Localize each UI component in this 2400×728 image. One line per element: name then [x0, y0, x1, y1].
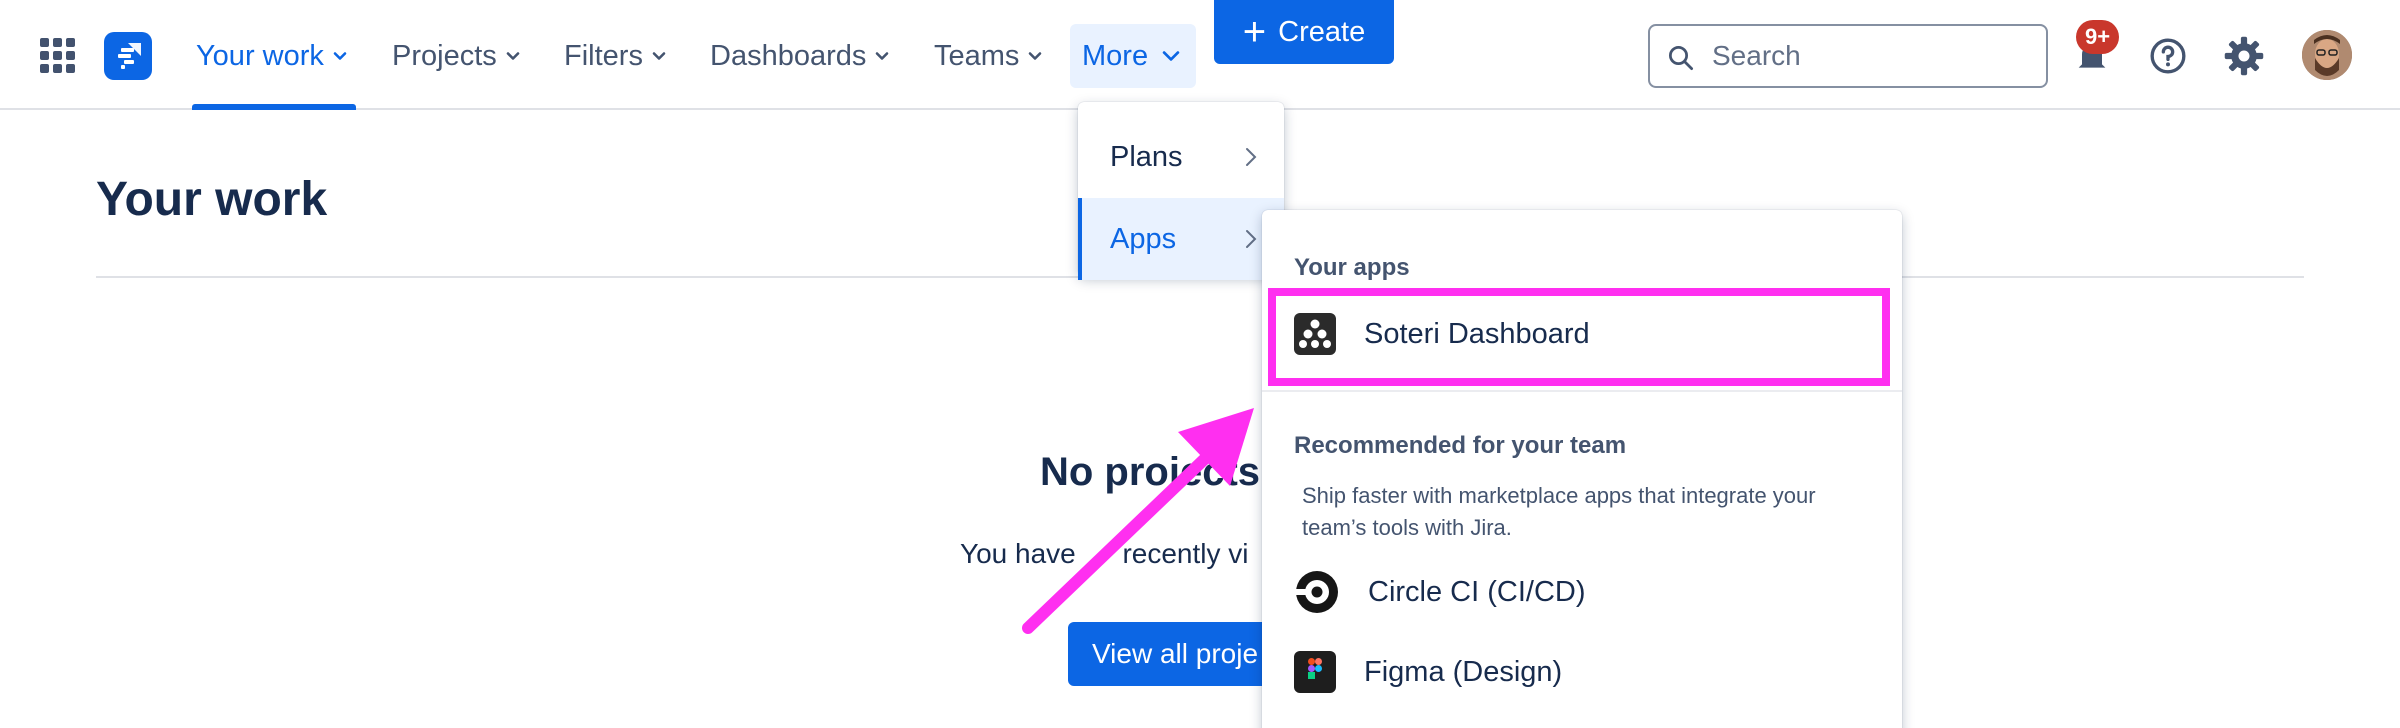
- nav-projects-label: Projects: [392, 39, 497, 72]
- app-item-figma-label: Figma (Design): [1364, 655, 1563, 688]
- search-placeholder: Search: [1712, 40, 1801, 71]
- app-item-soteri-label: Soteri Dashboard: [1364, 317, 1590, 350]
- menu-item-apps[interactable]: Apps: [1078, 198, 1284, 280]
- chevron-right-icon: [1246, 148, 1257, 166]
- circleci-icon: [1294, 569, 1340, 615]
- settings-gear-icon[interactable]: [2222, 34, 2266, 78]
- empty-state-text-end: recently vi: [1114, 538, 1249, 569]
- notification-count-badge: 9+: [2076, 20, 2120, 54]
- create-button-label: Create: [1278, 15, 1366, 48]
- chevron-down-icon: [333, 52, 347, 60]
- figma-icon: [1294, 651, 1336, 693]
- user-avatar[interactable]: [2302, 30, 2352, 80]
- nav-teams[interactable]: Teams: [934, 30, 1043, 82]
- nav-teams-label: Teams: [934, 39, 1020, 72]
- top-navigation: Your work Projects Filters Dashboards Te…: [0, 0, 2400, 110]
- empty-state-title: No projects f: [1040, 450, 1285, 494]
- chevron-down-icon: [1162, 51, 1180, 61]
- more-dropdown-menu: Plans Apps: [1078, 102, 1284, 280]
- empty-state-text: You have no recently vi: [960, 538, 1249, 570]
- app-item-circle-ci-label: Circle CI (CI/CD): [1368, 575, 1586, 608]
- nav-more[interactable]: More: [1070, 24, 1197, 88]
- plus-icon: +: [1242, 10, 1267, 54]
- search-icon: [1669, 46, 1693, 70]
- nav-projects[interactable]: Projects: [392, 30, 521, 82]
- nav-your-work-label: Your work: [196, 39, 324, 72]
- chevron-down-icon: [506, 52, 520, 60]
- section-divider: [1262, 390, 1902, 392]
- page-title: Your work: [96, 173, 328, 226]
- help-icon[interactable]: [2148, 36, 2188, 76]
- nav-filters-label: Filters: [564, 39, 643, 72]
- app-item-soteri-dashboard[interactable]: Soteri Dashboard: [1262, 294, 1902, 374]
- chevron-down-icon: [652, 52, 666, 60]
- nav-filters[interactable]: Filters: [564, 30, 667, 82]
- nav-dashboards-label: Dashboards: [710, 39, 867, 72]
- empty-state-text-start: You have: [960, 538, 1084, 569]
- chevron-right-icon: [1246, 230, 1257, 248]
- chevron-down-icon: [1029, 52, 1042, 60]
- nav-more-label: More: [1082, 39, 1149, 72]
- app-item-figma[interactable]: Figma (Design): [1262, 632, 1902, 712]
- menu-item-apps-label: Apps: [1110, 222, 1177, 255]
- soteri-icon: [1294, 313, 1336, 355]
- recommended-description: Ship faster with marketplace apps that i…: [1302, 483, 1816, 540]
- search-input[interactable]: Search: [1648, 24, 2048, 88]
- app-item-circle-ci[interactable]: Circle CI (CI/CD): [1262, 552, 1902, 632]
- menu-item-plans-label: Plans: [1110, 140, 1183, 173]
- jira-logo-icon[interactable]: [104, 32, 152, 80]
- app-switcher-grid-icon[interactable]: [40, 38, 76, 74]
- create-button[interactable]: + Create: [1214, 0, 1394, 64]
- nav-your-work[interactable]: Your work: [196, 30, 348, 82]
- nav-dashboards[interactable]: Dashboards: [710, 30, 890, 82]
- chevron-down-icon: [876, 52, 889, 60]
- apps-submenu: Your apps Soteri Dashboard Recommended f…: [1262, 210, 1902, 728]
- menu-item-plans[interactable]: Plans: [1078, 116, 1284, 198]
- recommended-heading: Recommended for your team: [1294, 432, 1627, 459]
- nav-active-indicator: [192, 104, 356, 110]
- your-apps-heading: Your apps: [1294, 254, 1410, 281]
